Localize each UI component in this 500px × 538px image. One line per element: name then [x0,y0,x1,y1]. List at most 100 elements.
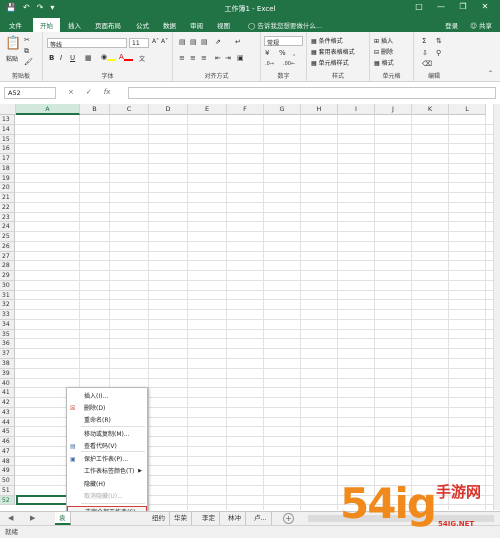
sheet-tab-4[interactable]: 李定 [198,512,220,525]
add-sheet-button[interactable]: + [283,513,294,524]
conditional-format-button[interactable]: ▦ 条件格式 [311,36,343,45]
borders-icon[interactable]: ▦ [85,54,92,62]
phonetic-button[interactable]: 文 [139,54,145,63]
row-header[interactable]: 33 [0,310,15,320]
formula-input[interactable] [128,87,496,99]
delete-cells-button[interactable]: ⊟ 删除 [374,47,393,56]
sheet-tab-2[interactable]: 纽约 [148,512,170,525]
tab-file[interactable]: 文件 [9,20,22,30]
collapse-ribbon-icon[interactable]: ⌃ [488,70,493,77]
align-center-icon[interactable]: ≡ [190,54,196,62]
column-header-d[interactable]: D [149,104,188,115]
column-header-a[interactable]: A [16,104,80,115]
cancel-icon[interactable]: × [68,88,74,96]
italic-button[interactable]: I [60,54,62,62]
enter-icon[interactable]: ✓ [86,88,92,96]
align-top-icon[interactable]: ▤ [179,38,186,46]
number-format-select[interactable]: 常规 [264,36,303,47]
autosum-icon[interactable]: Σ [422,37,426,45]
align-bottom-icon[interactable]: ▤ [201,38,208,46]
context-menu-item[interactable]: ☒ 删除(D) [67,403,147,414]
row-header[interactable]: 32 [0,300,15,311]
row-header[interactable]: 23 [0,212,15,223]
paste-icon[interactable]: 📋 [5,36,21,51]
row-header[interactable]: 38 [0,359,15,369]
select-all-corner[interactable] [0,104,16,115]
row-header[interactable]: 13 [0,115,15,125]
row-header[interactable]: 49 [0,466,15,477]
row-header[interactable]: 24 [0,222,15,233]
row-header[interactable]: 21 [0,193,15,203]
restore-icon[interactable]: ❐ [452,2,474,11]
column-header-i[interactable]: I [338,104,375,115]
clear-icon[interactable]: ⌫ [422,60,432,68]
context-menu-item[interactable]: 重命名(R) [67,415,147,426]
context-menu-item[interactable]: 工作表标签颜色(T) ▶ [67,466,147,477]
ribbon-display-icon[interactable]: □ [408,2,430,11]
close-icon[interactable]: ✕ [474,2,496,11]
tab-page-layout[interactable]: 页面布局 [95,20,121,30]
bold-button[interactable]: B [49,54,54,62]
row-header[interactable]: 36 [0,339,15,350]
vertical-scrollbar[interactable] [493,104,500,510]
row-header[interactable]: 27 [0,251,15,262]
row-header[interactable]: 48 [0,456,15,467]
fill-icon[interactable]: ⇩ [422,49,428,57]
wrap-text-icon[interactable]: ↵ [235,38,241,46]
row-header[interactable]: 29 [0,271,15,281]
prev-sheet-icon[interactable]: ◀ [8,514,13,522]
tab-insert[interactable]: 插入 [68,20,81,30]
tab-home[interactable]: 开始 [33,18,60,32]
row-header[interactable]: 28 [0,261,15,272]
row-header[interactable]: 35 [0,329,15,340]
share-button[interactable]: ☺ 共享 [470,20,492,30]
row-header[interactable]: 44 [0,417,15,428]
align-right-icon[interactable]: ≡ [201,54,207,62]
comma-button[interactable]: , [293,49,295,57]
column-header-b[interactable]: B [80,104,110,115]
context-menu-item[interactable]: 移动或复制(M)... [67,429,147,440]
tab-formulas[interactable]: 公式 [136,20,149,30]
row-header[interactable]: 41 [0,388,15,399]
row-header[interactable]: 17 [0,154,15,164]
column-header-j[interactable]: J [375,104,412,115]
name-box[interactable]: A52 [4,87,56,99]
sheet-tab-5[interactable]: 林冲 [224,512,246,525]
row-header[interactable]: 31 [0,290,15,301]
row-header[interactable]: 50 [0,476,15,486]
row-header[interactable]: 18 [0,163,15,174]
row-header[interactable]: 22 [0,202,15,213]
column-header-e[interactable]: E [188,104,227,115]
row-header[interactable]: 39 [0,368,15,379]
row-header[interactable]: 19 [0,173,15,184]
row-header[interactable]: 40 [0,378,15,389]
insert-cells-button[interactable]: ⊞ 插入 [374,36,393,45]
merge-center-icon[interactable]: ▣ [237,54,244,62]
sheet-tab-6[interactable]: 卢... [250,512,272,525]
font-size-select[interactable]: 11 [129,38,149,48]
cell-styles-button[interactable]: ▦ 单元格样式 [311,58,349,67]
column-header-h[interactable]: H [301,104,338,115]
underline-button[interactable]: U [70,54,75,62]
find-select-icon[interactable]: ⚲ [436,49,441,57]
row-header[interactable]: 30 [0,280,15,291]
cut-icon[interactable]: ✂ [24,36,30,44]
row-header[interactable]: 42 [0,398,15,408]
row-header[interactable]: 20 [0,183,15,194]
tell-me-search[interactable]: ◯ 告诉我您想要做什么... [248,20,322,30]
row-header[interactable]: 26 [0,241,15,252]
row-header[interactable]: 45 [0,427,15,438]
row-header[interactable]: 14 [0,124,15,135]
row-header[interactable]: 16 [0,144,15,155]
row-header[interactable]: 52 [0,495,15,506]
copy-icon[interactable]: ⧉ [24,47,29,56]
row-header[interactable]: 34 [0,319,15,330]
column-header-g[interactable]: G [264,104,301,115]
next-sheet-icon[interactable]: ▶ [30,514,35,522]
column-header-f[interactable]: F [227,104,264,115]
sheet-tab-3[interactable]: 华荣 [170,512,192,525]
decrease-font-icon[interactable]: A˅ [161,38,168,45]
tab-review[interactable]: 审阅 [190,20,203,30]
tab-data[interactable]: 数据 [163,20,176,30]
percent-button[interactable]: % [279,49,286,57]
